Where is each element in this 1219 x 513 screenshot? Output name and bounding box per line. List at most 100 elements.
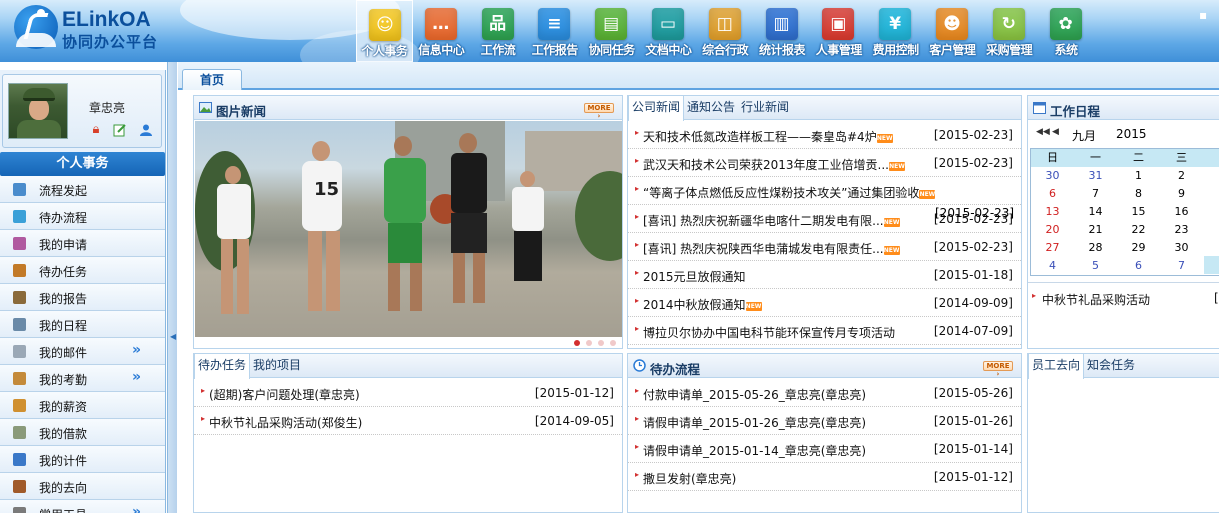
list-item[interactable]: ▸ 付款申请单_2015-05-26_章忠亮(章忠亮) [2015-05-26]: [628, 379, 1021, 407]
calendar-day[interactable]: 29: [1117, 239, 1160, 257]
list-item-title-text: 中秋节礼品采购活动(郑俊生): [209, 416, 363, 430]
nav-label: 费用控制: [872, 43, 920, 57]
expand-icon[interactable]: »: [132, 342, 141, 358]
menu-item-salary[interactable]: 我的薪资: [0, 392, 165, 419]
list-item[interactable]: ▸ “等离子体点燃低反应性煤粉技术攻关”通过集团验收NEW: [628, 177, 1021, 205]
menu-item-pending-flow[interactable]: 待办流程: [0, 203, 165, 230]
tab-staff-whereabouts[interactable]: 员工去向: [1028, 354, 1085, 379]
calendar-day[interactable]: 5: [1074, 257, 1117, 275]
list-item[interactable]: ▸ 撒旦发射(章忠亮) [2015-01-12]: [628, 463, 1021, 491]
calendar-day[interactable]: 13: [1031, 203, 1074, 221]
calendar-day[interactable]: 21: [1074, 221, 1117, 239]
calendar-day[interactable]: 15: [1117, 203, 1160, 221]
calendar-day[interactable]: 23: [1160, 221, 1203, 239]
carousel-dot[interactable]: [610, 340, 616, 346]
calendar-day[interactable]: 6: [1117, 257, 1160, 275]
app-logo[interactable]: ELinkOA 协同办公平台: [14, 5, 164, 55]
header-menu-icon[interactable]: ▪: [1199, 8, 1207, 22]
tools-icon: [13, 507, 26, 513]
pending-flow-more-button[interactable]: MORE ›: [983, 361, 1013, 378]
lock-icon[interactable]: 🔒︎: [89, 123, 103, 137]
nav-customer[interactable]: ☻ 客户管理: [924, 0, 981, 62]
news-photo[interactable]: 15: [195, 121, 622, 337]
calendar-day[interactable]: 28: [1074, 239, 1117, 257]
menu-item-whereabouts[interactable]: 我的去向: [0, 473, 165, 500]
menu-item-pending-task[interactable]: 待办任务: [0, 257, 165, 284]
list-item[interactable]: ▸ 武汉天和技术公司荣获2013年度工业倍增贡...NEW [2015-02-23]: [628, 149, 1021, 177]
list-item[interactable]: ▸ (超期)客户问题处理(章忠亮) [2015-01-12]: [194, 379, 622, 407]
avatar[interactable]: [8, 83, 68, 139]
list-item[interactable]: ▸ [喜讯] 热烈庆祝陕西华电蒲城发电有限责任...NEW [2015-02-23]: [628, 233, 1021, 261]
calendar-day[interactable]: 7: [1160, 257, 1203, 275]
menu-item-loan[interactable]: 我的借款: [0, 419, 165, 446]
carousel-dot-active[interactable]: [574, 340, 580, 346]
list-item-title-text: 天和技术低氮改造样板工程——秦皇岛#4炉: [643, 130, 877, 144]
menu-item-piecework[interactable]: 我的计件: [0, 446, 165, 473]
list-item[interactable]: ▸ 2015元旦放假通知 [2015-01-18]: [628, 261, 1021, 289]
menu-item-schedule[interactable]: 我的日程: [0, 311, 165, 338]
menu-item-flow-start[interactable]: 流程发起: [0, 176, 165, 203]
tab-pending-tasks[interactable]: 待办任务: [194, 354, 251, 379]
calendar-day[interactable]: 8: [1117, 185, 1160, 203]
nav-chat[interactable]: … 信息中心: [413, 0, 470, 62]
menu-item-my-report[interactable]: 我的报告: [0, 284, 165, 311]
calendar-day[interactable]: 2: [1160, 167, 1203, 185]
edit-icon[interactable]: [113, 123, 127, 137]
user-profile-icon[interactable]: [139, 123, 153, 137]
calendar-day[interactable]: 4: [1031, 257, 1074, 275]
calendar-day[interactable]: 7: [1074, 185, 1117, 203]
nav-label: 文档中心: [645, 43, 692, 57]
tab-company-news[interactable]: 公司新闻: [628, 96, 685, 121]
carousel-dot[interactable]: [598, 340, 604, 346]
list-item[interactable]: ▸ 请假申请单_2015-01-26_章忠亮(章忠亮) [2015-01-26]: [628, 407, 1021, 435]
calendar-day[interactable]: 27: [1031, 239, 1074, 257]
calendar-day[interactable]: 16: [1160, 203, 1203, 221]
calendar-day[interactable]: 14: [1074, 203, 1117, 221]
sidebar-collapse-bar[interactable]: ◀: [167, 62, 177, 513]
carousel-dot[interactable]: [586, 340, 592, 346]
menu-item-tools[interactable]: 常用工具 »: [0, 500, 165, 513]
list-item[interactable]: ▸ 博拉贝尔协办中国电科节能环保宣传月专项活动 [2014-07-09]: [628, 317, 1021, 345]
nav-report[interactable]: ≡ 工作报告: [526, 0, 583, 62]
list-item[interactable]: ▸ 2014中秋放假通知NEW [2014-09-09]: [628, 289, 1021, 317]
list-item[interactable]: ▸ 请假申请单_2015-01-14_章忠亮(章忠亮) [2015-01-14]: [628, 435, 1021, 463]
calendar-day[interactable]: 6: [1031, 185, 1074, 203]
list-item[interactable]: ▸ 天和技术低氮改造样板工程——秦皇岛#4炉NEW [2015-02-23]: [628, 121, 1021, 149]
list-item[interactable]: ▸ 中秋节礼品采购活动(郑俊生) [2014-09-05]: [194, 407, 622, 435]
nav-gear[interactable]: ✿ 系统: [1038, 0, 1095, 62]
nav-yen[interactable]: ¥ 费用控制: [867, 0, 924, 62]
schedule-header: 工作日程: [1028, 96, 1219, 120]
calendar-day[interactable]: 20: [1031, 221, 1074, 239]
nav-purchase[interactable]: ↻ 采购管理: [981, 0, 1038, 62]
prev-month-button[interactable]: ◀: [1052, 127, 1059, 137]
nav-task[interactable]: ▤ 协同任务: [583, 0, 640, 62]
schedule-event[interactable]: ▸ 中秋节礼品采购活动 [: [1028, 284, 1219, 312]
calendar-day[interactable]: 30: [1160, 239, 1203, 257]
nav-admin[interactable]: ◫ 综合行政: [697, 0, 754, 62]
nav-hr[interactable]: ▣ 人事管理: [810, 0, 867, 62]
nav-folder[interactable]: ▭ 文档中心: [640, 0, 697, 62]
menu-item-attendance[interactable]: 我的考勤 »: [0, 365, 165, 392]
nav-chart[interactable]: ▥ 统计报表: [754, 0, 811, 62]
photo-news-more-button[interactable]: MORE ›: [584, 103, 614, 120]
calendar-day[interactable]: 30: [1031, 167, 1074, 185]
calendar-day[interactable]: 9: [1160, 185, 1203, 203]
expand-icon[interactable]: »: [132, 504, 141, 513]
tab-industry-news[interactable]: 行业新闻: [738, 96, 792, 120]
tab-my-projects[interactable]: 我的项目: [250, 354, 304, 378]
menu-item-apply[interactable]: 我的申请: [0, 230, 165, 257]
nav-person[interactable]: ☺ 个人事务: [356, 0, 413, 62]
menu-item-mail[interactable]: 我的邮件 »: [0, 338, 165, 365]
tab-notices[interactable]: 通知公告: [684, 96, 738, 120]
expand-icon[interactable]: »: [132, 369, 141, 385]
calendar-day[interactable]: 22: [1117, 221, 1160, 239]
tab-notify-tasks[interactable]: 知会任务: [1084, 354, 1138, 378]
prev-year-button[interactable]: ◀◀: [1036, 127, 1050, 137]
bullet-icon: ▸: [635, 414, 640, 423]
calendar-weekday: 日: [1047, 151, 1058, 164]
calendar-day[interactable]: 31: [1074, 167, 1117, 185]
calendar-day[interactable]: 1: [1117, 167, 1160, 185]
sidebar-menu: 流程发起 待办流程 我的申请 待办任务 我的报告 我的日程 我的邮件» 我的考勤» 我的薪资 我的…: [0, 176, 165, 513]
nav-workflow[interactable]: 品工作流: [470, 0, 527, 62]
tab-home[interactable]: 首页: [182, 69, 242, 90]
